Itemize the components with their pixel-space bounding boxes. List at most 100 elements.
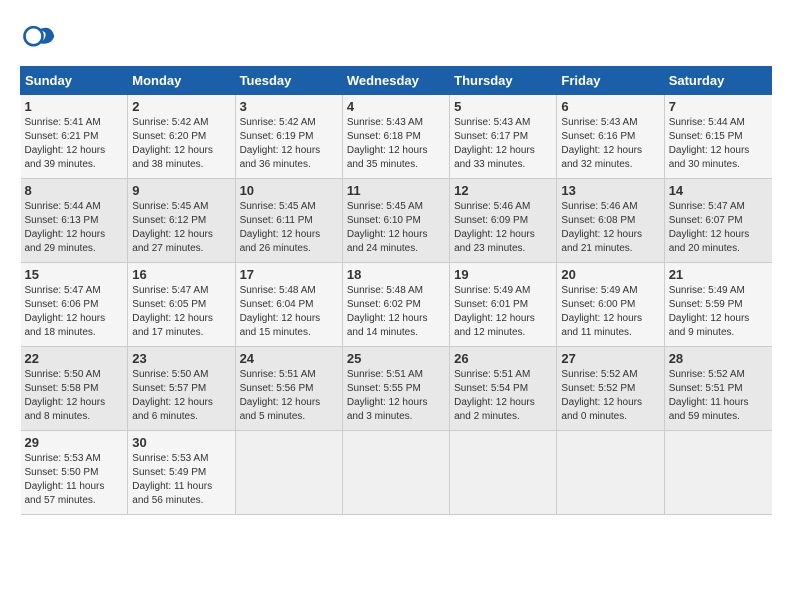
week-row-2: 8 Sunrise: 5:44 AM Sunset: 6:13 PM Daylig… <box>21 179 772 263</box>
calendar-cell <box>342 431 449 515</box>
day-number: 3 <box>240 99 338 114</box>
day-number: 15 <box>25 267 124 282</box>
calendar-cell <box>664 431 771 515</box>
calendar-cell <box>450 431 557 515</box>
day-number: 9 <box>132 183 230 198</box>
calendar-cell: 13 Sunrise: 5:46 AM Sunset: 6:08 PM Dayli… <box>557 179 664 263</box>
day-info: Sunrise: 5:45 AM Sunset: 6:10 PM Dayligh… <box>347 200 445 256</box>
logo-icon <box>20 20 56 56</box>
calendar-cell: 18 Sunrise: 5:48 AM Sunset: 6:02 PM Dayli… <box>342 263 449 347</box>
col-header-thursday: Thursday <box>450 67 557 95</box>
day-number: 20 <box>561 267 659 282</box>
col-header-friday: Friday <box>557 67 664 95</box>
day-number: 10 <box>240 183 338 198</box>
day-info: Sunrise: 5:42 AM Sunset: 6:20 PM Dayligh… <box>132 116 230 172</box>
day-info: Sunrise: 5:44 AM Sunset: 6:15 PM Dayligh… <box>669 116 768 172</box>
calendar-cell: 29Sunrise: 5:53 AM Sunset: 5:50 PM Dayli… <box>21 431 128 515</box>
day-number: 16 <box>132 267 230 282</box>
calendar-cell: 21 Sunrise: 5:49 AM Sunset: 5:59 PM Dayli… <box>664 263 771 347</box>
day-info: Sunrise: 5:46 AM Sunset: 6:09 PM Dayligh… <box>454 200 552 256</box>
logo <box>20 20 60 56</box>
day-number: 13 <box>561 183 659 198</box>
day-number: 12 <box>454 183 552 198</box>
calendar-cell: 27 Sunrise: 5:52 AM Sunset: 5:52 PM Dayli… <box>557 347 664 431</box>
day-info: Sunrise: 5:51 AM Sunset: 5:56 PM Dayligh… <box>240 368 338 424</box>
calendar-cell: 28Sunrise: 5:52 AM Sunset: 5:51 PM Dayli… <box>664 347 771 431</box>
calendar-cell: 11 Sunrise: 5:45 AM Sunset: 6:10 PM Dayli… <box>342 179 449 263</box>
col-header-saturday: Saturday <box>664 67 771 95</box>
calendar-cell: 3 Sunrise: 5:42 AM Sunset: 6:19 PM Daylig… <box>235 95 342 179</box>
calendar-cell: 19 Sunrise: 5:49 AM Sunset: 6:01 PM Dayli… <box>450 263 557 347</box>
calendar-cell: 9 Sunrise: 5:45 AM Sunset: 6:12 PM Daylig… <box>128 179 235 263</box>
day-info: Sunrise: 5:49 AM Sunset: 6:01 PM Dayligh… <box>454 284 552 340</box>
day-number: 23 <box>132 351 230 366</box>
calendar-table: SundayMondayTuesdayWednesdayThursdayFrid… <box>20 66 772 515</box>
day-info: Sunrise: 5:42 AM Sunset: 6:19 PM Dayligh… <box>240 116 338 172</box>
calendar-cell: 14Sunrise: 5:47 AM Sunset: 6:07 PM Dayli… <box>664 179 771 263</box>
day-number: 21 <box>669 267 768 282</box>
day-number: 14 <box>669 183 768 198</box>
week-row-1: 1Sunrise: 5:41 AM Sunset: 6:21 PM Daylig… <box>21 95 772 179</box>
day-info: Sunrise: 5:46 AM Sunset: 6:08 PM Dayligh… <box>561 200 659 256</box>
day-number: 27 <box>561 351 659 366</box>
calendar-cell: 4Sunrise: 5:43 AM Sunset: 6:18 PM Daylig… <box>342 95 449 179</box>
day-number: 19 <box>454 267 552 282</box>
day-info: Sunrise: 5:49 AM Sunset: 6:00 PM Dayligh… <box>561 284 659 340</box>
calendar-cell: 25 Sunrise: 5:51 AM Sunset: 5:55 PM Dayli… <box>342 347 449 431</box>
day-number: 18 <box>347 267 445 282</box>
day-info: Sunrise: 5:49 AM Sunset: 5:59 PM Dayligh… <box>669 284 768 340</box>
day-info: Sunrise: 5:53 AM Sunset: 5:49 PM Dayligh… <box>132 452 230 508</box>
day-info: Sunrise: 5:43 AM Sunset: 6:17 PM Dayligh… <box>454 116 552 172</box>
day-number: 17 <box>240 267 338 282</box>
day-info: Sunrise: 5:45 AM Sunset: 6:11 PM Dayligh… <box>240 200 338 256</box>
day-info: Sunrise: 5:51 AM Sunset: 5:55 PM Dayligh… <box>347 368 445 424</box>
calendar-cell: 7 Sunrise: 5:44 AM Sunset: 6:15 PM Daylig… <box>664 95 771 179</box>
calendar-cell: 1Sunrise: 5:41 AM Sunset: 6:21 PM Daylig… <box>21 95 128 179</box>
day-info: Sunrise: 5:47 AM Sunset: 6:05 PM Dayligh… <box>132 284 230 340</box>
calendar-cell <box>557 431 664 515</box>
calendar-cell: 8 Sunrise: 5:44 AM Sunset: 6:13 PM Daylig… <box>21 179 128 263</box>
col-header-tuesday: Tuesday <box>235 67 342 95</box>
calendar-cell: 6 Sunrise: 5:43 AM Sunset: 6:16 PM Daylig… <box>557 95 664 179</box>
calendar-cell: 10 Sunrise: 5:45 AM Sunset: 6:11 PM Dayli… <box>235 179 342 263</box>
day-info: Sunrise: 5:45 AM Sunset: 6:12 PM Dayligh… <box>132 200 230 256</box>
week-row-3: 15 Sunrise: 5:47 AM Sunset: 6:06 PM Dayli… <box>21 263 772 347</box>
calendar-cell: 5 Sunrise: 5:43 AM Sunset: 6:17 PM Daylig… <box>450 95 557 179</box>
day-info: Sunrise: 5:50 AM Sunset: 5:58 PM Dayligh… <box>25 368 124 424</box>
week-row-4: 22Sunrise: 5:50 AM Sunset: 5:58 PM Dayli… <box>21 347 772 431</box>
day-number: 24 <box>240 351 338 366</box>
calendar-cell <box>235 431 342 515</box>
day-info: Sunrise: 5:43 AM Sunset: 6:18 PM Dayligh… <box>347 116 445 172</box>
day-number: 2 <box>132 99 230 114</box>
day-info: Sunrise: 5:48 AM Sunset: 6:02 PM Dayligh… <box>347 284 445 340</box>
day-info: Sunrise: 5:52 AM Sunset: 5:51 PM Dayligh… <box>669 368 768 424</box>
day-info: Sunrise: 5:41 AM Sunset: 6:21 PM Dayligh… <box>25 116 124 172</box>
day-number: 29 <box>25 435 124 450</box>
header-row: SundayMondayTuesdayWednesdayThursdayFrid… <box>21 67 772 95</box>
day-info: Sunrise: 5:43 AM Sunset: 6:16 PM Dayligh… <box>561 116 659 172</box>
week-row-5: 29Sunrise: 5:53 AM Sunset: 5:50 PM Dayli… <box>21 431 772 515</box>
day-info: Sunrise: 5:48 AM Sunset: 6:04 PM Dayligh… <box>240 284 338 340</box>
calendar-cell: 17 Sunrise: 5:48 AM Sunset: 6:04 PM Dayli… <box>235 263 342 347</box>
calendar-cell: 26Sunrise: 5:51 AM Sunset: 5:54 PM Dayli… <box>450 347 557 431</box>
day-info: Sunrise: 5:52 AM Sunset: 5:52 PM Dayligh… <box>561 368 659 424</box>
day-info: Sunrise: 5:47 AM Sunset: 6:06 PM Dayligh… <box>25 284 124 340</box>
day-number: 11 <box>347 183 445 198</box>
calendar-cell: 12 Sunrise: 5:46 AM Sunset: 6:09 PM Dayli… <box>450 179 557 263</box>
day-number: 25 <box>347 351 445 366</box>
col-header-monday: Monday <box>128 67 235 95</box>
calendar-cell: 20 Sunrise: 5:49 AM Sunset: 6:00 PM Dayli… <box>557 263 664 347</box>
day-info: Sunrise: 5:44 AM Sunset: 6:13 PM Dayligh… <box>25 200 124 256</box>
day-number: 7 <box>669 99 768 114</box>
day-number: 5 <box>454 99 552 114</box>
calendar-cell: 23 Sunrise: 5:50 AM Sunset: 5:57 PM Dayli… <box>128 347 235 431</box>
day-number: 30 <box>132 435 230 450</box>
day-number: 8 <box>25 183 124 198</box>
day-info: Sunrise: 5:50 AM Sunset: 5:57 PM Dayligh… <box>132 368 230 424</box>
day-number: 6 <box>561 99 659 114</box>
calendar-cell: 30 Sunrise: 5:53 AM Sunset: 5:49 PM Dayli… <box>128 431 235 515</box>
page-header <box>20 20 772 56</box>
calendar-cell: 16 Sunrise: 5:47 AM Sunset: 6:05 PM Dayli… <box>128 263 235 347</box>
calendar-cell: 2 Sunrise: 5:42 AM Sunset: 6:20 PM Daylig… <box>128 95 235 179</box>
col-header-sunday: Sunday <box>21 67 128 95</box>
